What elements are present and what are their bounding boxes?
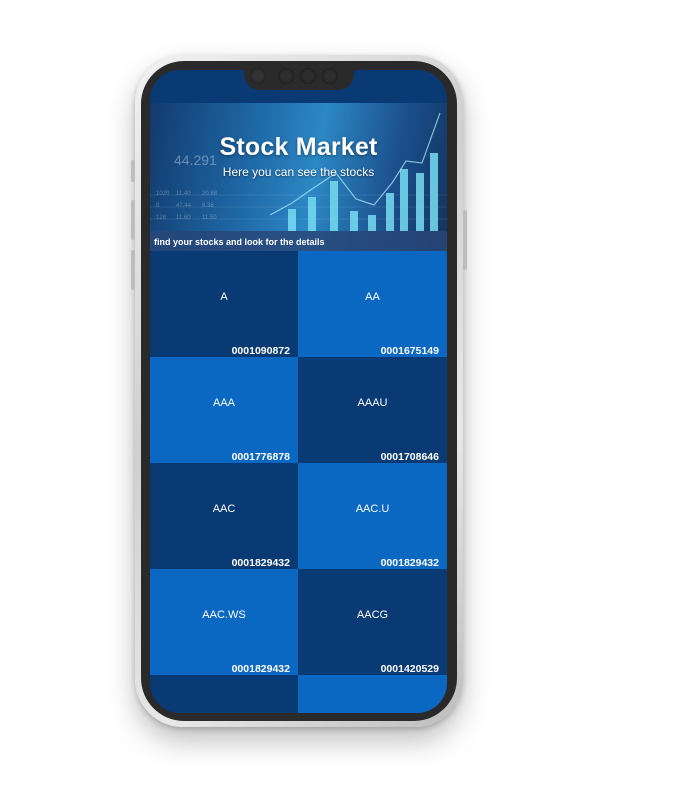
svg-text:11.40: 11.40 [176,191,191,197]
stock-tile[interactable] [150,675,298,713]
hero-subtitle: Here you can see the stocks [222,165,375,179]
stock-symbol: AA [365,291,380,303]
svg-text:8: 8 [156,203,160,209]
phone-screen: 44.291 1020 11.40 20.88 8 47.44 8.38 128 11.6… [150,70,447,713]
svg-text:47.44: 47.44 [176,203,192,209]
stock-cik: 0001708646 [380,451,439,463]
stock-cik: 0001829432 [231,663,290,675]
hero-title: Stock Market [219,133,378,161]
sensor-icon [300,68,316,84]
svg-text:11.50: 11.50 [202,215,217,221]
stock-tile[interactable]: AAC.U 0001829432 [298,463,447,569]
stock-cik: 0001829432 [380,557,439,569]
volume-up-button [131,200,135,240]
stock-symbol: A [220,291,228,303]
stock-tile[interactable]: A 0001090872 [150,251,298,357]
phone-notch [244,62,354,90]
stock-symbol: AAC.U [355,503,390,515]
hero-banner: 44.291 1020 11.40 20.88 8 47.44 8.38 128 11.6… [150,103,447,251]
camera-icon [250,68,266,84]
stock-tile[interactable]: AA 0001675149 [298,251,447,357]
volume-down-button [131,250,135,290]
stock-symbol: AAC.WS [202,609,246,621]
stock-grid: A 0001090872 AA 0001675149 AAA 000177687… [150,251,447,713]
power-button [463,210,467,270]
svg-text:11.60: 11.60 [176,215,191,221]
sensor-icon [322,68,338,84]
stock-tile[interactable]: AAAU 0001708646 [298,357,447,463]
svg-text:128: 128 [156,215,167,221]
stock-symbol: AAC [212,503,236,515]
svg-text:8.38: 8.38 [202,203,214,209]
stock-cik: 0001675149 [380,345,439,357]
mute-switch [131,160,135,182]
stock-cik: 0001420529 [380,663,439,675]
stock-tile[interactable]: AAA 0001776878 [150,357,298,463]
stock-tile[interactable]: AACG 0001420529 [298,569,447,675]
stock-cik: 0001776878 [231,451,290,463]
hero-caption: find your stocks and look for the detail… [154,237,325,247]
stock-symbol: AAAU [357,397,388,409]
stock-cik: 0001090872 [231,345,290,357]
stock-symbol: AAA [212,397,235,409]
svg-text:20.88: 20.88 [202,191,218,197]
sensor-icon [278,68,294,84]
stock-symbol: AACG [356,609,389,621]
stock-tile[interactable]: AAC 0001829432 [150,463,298,569]
stock-tile[interactable] [298,675,447,713]
stock-tile[interactable]: AAC.WS 0001829432 [150,569,298,675]
svg-text:1020: 1020 [156,191,170,197]
stock-cik: 0001829432 [231,557,290,569]
